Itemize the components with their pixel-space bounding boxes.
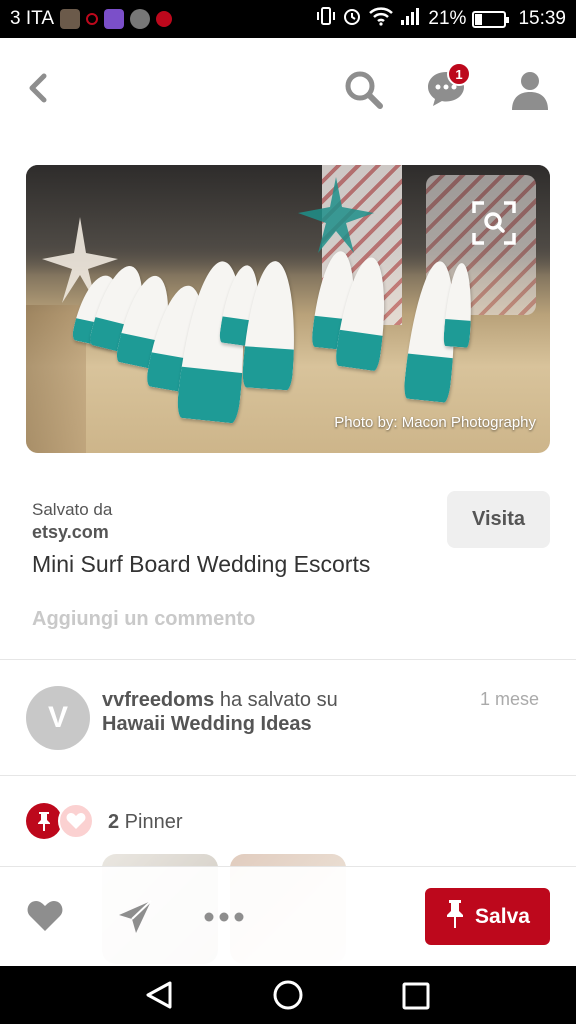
saver-line: vvfreedoms ha salvato su (102, 689, 338, 712)
saver-action-text: ha salvato su (214, 689, 338, 711)
app-notification-icon (60, 9, 80, 29)
wifi-icon (368, 6, 394, 32)
pinners-count[interactable]: 2 Pinner (108, 811, 183, 834)
action-bar: Salva (0, 866, 576, 966)
saved-time: 1 mese (480, 689, 540, 709)
vibrate-icon (316, 6, 336, 32)
pin-image[interactable]: Photo by: Macon Photography (26, 165, 550, 453)
search-icon[interactable] (342, 68, 386, 112)
source-domain-link[interactable]: etsy.com (32, 522, 109, 543)
nav-home-icon[interactable] (272, 979, 304, 1011)
messages-badge: 1 (447, 62, 471, 86)
person-icon[interactable] (508, 68, 552, 112)
starfish-icon (298, 177, 374, 253)
system-nav-bar (0, 966, 576, 1024)
send-icon[interactable] (115, 897, 155, 937)
alarm-icon (342, 6, 362, 32)
save-button[interactable]: Salva (425, 888, 550, 945)
board-link[interactable]: Hawaii Wedding Ideas (102, 713, 312, 736)
nav-back-icon[interactable] (144, 979, 176, 1011)
signal-icon (400, 6, 422, 32)
heart-icon[interactable] (26, 899, 64, 935)
globe-app-icon (130, 9, 150, 29)
pin-title: Mini Surf Board Wedding Escorts (32, 551, 371, 577)
add-comment-input[interactable]: Aggiungi un commento (32, 608, 255, 631)
divider (0, 659, 576, 660)
status-bar: 3 ITA 21% 15:39 (0, 0, 576, 38)
pin-icon (445, 899, 465, 935)
visit-button[interactable]: Visita (447, 491, 550, 548)
more-dots-icon[interactable] (202, 905, 246, 929)
heart-icon (58, 803, 94, 839)
nav-recents-icon[interactable] (401, 981, 431, 1011)
divider (0, 775, 576, 776)
avatar[interactable]: V (26, 686, 90, 750)
visual-search-icon[interactable] (472, 201, 516, 245)
battery-percent: 21% (428, 8, 467, 29)
chart-app-icon (104, 9, 124, 29)
saver-username[interactable]: vvfreedoms (102, 689, 214, 711)
photo-credit: Photo by: Macon Photography (334, 414, 536, 431)
top-toolbar (0, 38, 576, 142)
pinners-number: 2 (108, 811, 120, 833)
pinterest-notification-icon (86, 13, 98, 25)
carrier-label: 3 ITA (10, 8, 54, 29)
pin-icon (26, 803, 62, 839)
save-label: Salva (475, 904, 530, 928)
battery-icon (472, 10, 510, 28)
pinterest-app-icon (156, 11, 172, 27)
clock: 15:39 (518, 8, 566, 29)
chevron-left-icon[interactable] (18, 68, 58, 108)
saved-from-label: Salvato da (32, 500, 113, 519)
pinners-label: Pinner (119, 811, 183, 833)
